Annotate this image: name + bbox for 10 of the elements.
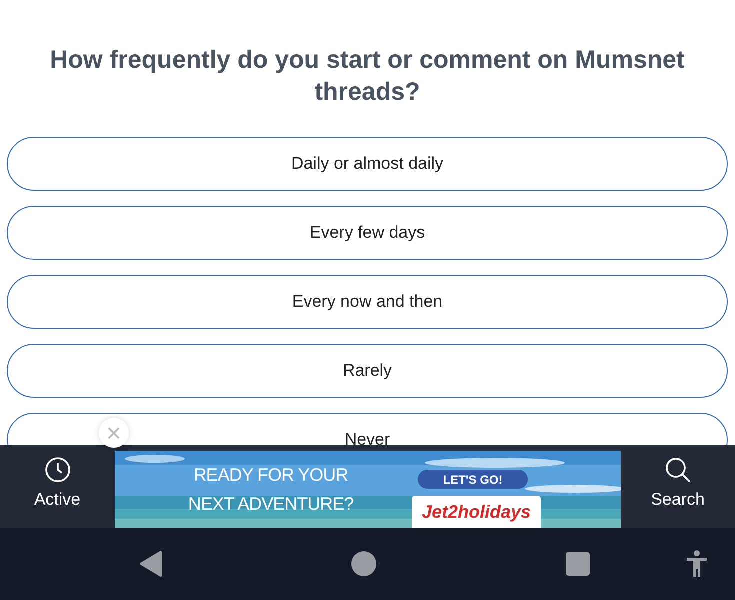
answer-option[interactable]: Rarely	[7, 344, 728, 398]
ad-headline: READY FOR YOUR NEXT ADVENTURE?	[187, 464, 355, 516]
brand-logo: Jet2holidays	[412, 496, 541, 528]
answer-option[interactable]: Daily or almost daily	[7, 137, 728, 191]
lets-go-button[interactable]: LET'S GO!	[418, 470, 528, 489]
answer-option[interactable]: Every few days	[7, 206, 728, 260]
active-tab[interactable]: Active	[0, 451, 115, 514]
answer-option[interactable]: Every now and then	[7, 275, 728, 329]
question-heading: How frequently do you start or comment on Mumsnet threads?	[49, 45, 686, 108]
search-tab[interactable]: Search	[621, 451, 735, 514]
